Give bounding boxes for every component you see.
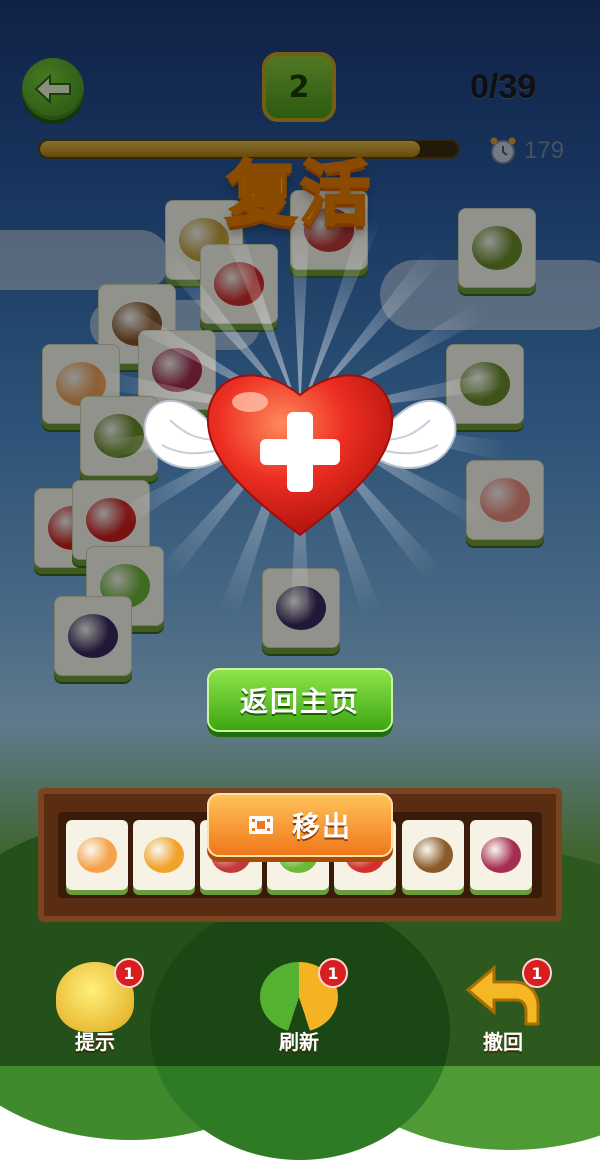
refresh-count-badge: 1 <box>318 958 348 988</box>
hint-button[interactable]: 1 提示 <box>40 958 150 1055</box>
remove-tiles-button[interactable]: 移出 <box>207 793 393 857</box>
tray-slot[interactable] <box>470 820 532 890</box>
undo-button[interactable]: 1 撤回 <box>448 958 558 1055</box>
orange-icon <box>144 837 184 873</box>
hint-label: 提示 <box>75 1030 115 1054</box>
apricot-icon <box>77 837 117 873</box>
tray-slot[interactable] <box>402 820 464 890</box>
refresh-button[interactable]: 1 刷新 <box>244 958 354 1055</box>
revive-title: 复活 <box>225 152 374 237</box>
video-ad-icon <box>248 816 273 834</box>
coconut-icon <box>413 837 453 873</box>
undo-count-badge: 1 <box>522 958 552 988</box>
winged-heart-icon <box>140 340 460 550</box>
refresh-label: 刷新 <box>279 1030 319 1054</box>
tray-slot[interactable] <box>66 820 128 890</box>
remove-button-label: 移出 <box>291 810 352 843</box>
return-home-button[interactable]: 返回主页 <box>207 668 393 732</box>
hint-count-badge: 1 <box>114 958 144 988</box>
tray-slot[interactable] <box>133 820 195 890</box>
mangosteen-icon <box>481 837 521 873</box>
